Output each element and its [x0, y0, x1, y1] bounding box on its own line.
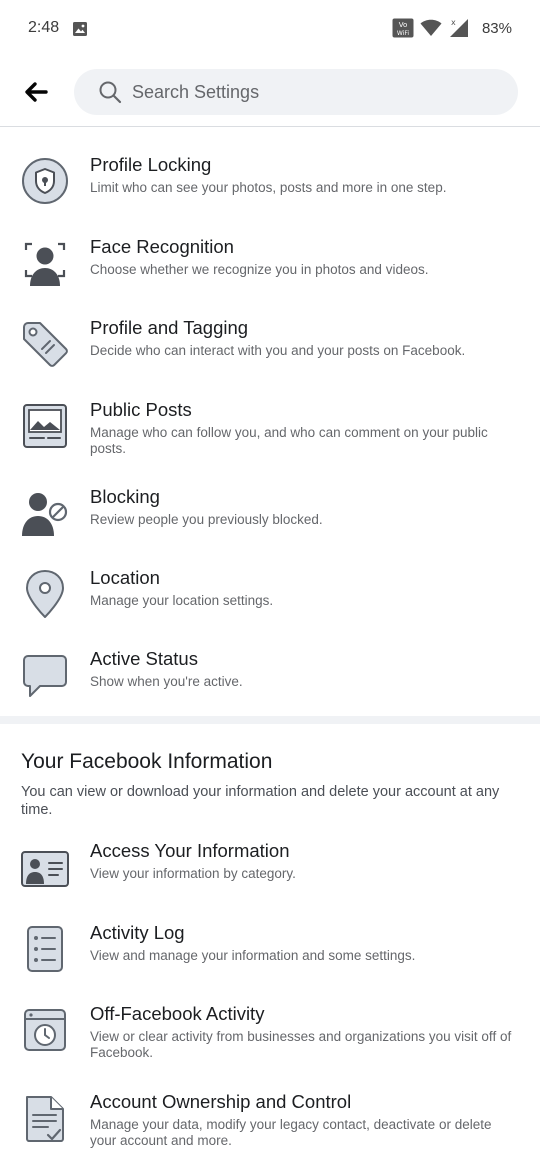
settings-item-title: Face Recognition — [90, 236, 234, 257]
search-input[interactable]: Search Settings — [74, 69, 518, 115]
history-clock-icon — [24, 1009, 66, 1051]
battery-level: 83% — [481, 19, 512, 37]
settings-item-activity-log[interactable]: Activity Log View and manage your inform… — [0, 920, 540, 992]
settings-item-title: Active Status — [90, 648, 198, 669]
vowifi-icon: Vo WiFi — [392, 18, 414, 38]
location-pin-icon — [26, 570, 64, 618]
cell-signal-icon: x — [449, 18, 468, 37]
settings-item-description: View and manage your information and som… — [90, 948, 416, 963]
settings-item-active-status[interactable]: Active Status Show when you're active. — [0, 646, 540, 718]
tag-icon — [23, 322, 68, 367]
section-divider — [0, 716, 540, 724]
svg-text:Vo: Vo — [399, 21, 408, 29]
settings-item-title: Activity Log — [90, 922, 185, 943]
back-arrow-icon[interactable] — [22, 78, 50, 106]
settings-item-description: View or clear activity from businesses a… — [90, 1029, 512, 1060]
svg-text:WiFi: WiFi — [397, 30, 409, 37]
settings-item-title: Blocking — [90, 486, 160, 507]
public-posts-icon — [23, 404, 67, 448]
face-recognition-icon — [24, 242, 66, 286]
settings-item-title: Account Ownership and Control — [90, 1091, 352, 1112]
section-title: Your Facebook Information — [21, 750, 273, 773]
settings-item-off-facebook-activity[interactable]: Off-Facebook Activity View or clear acti… — [0, 1001, 540, 1081]
settings-item-description: Manage your location settings. — [90, 593, 274, 608]
search-placeholder: Search Settings — [132, 82, 260, 102]
settings-item-account-ownership-and-control[interactable]: Account Ownership and Control Manage you… — [0, 1089, 540, 1169]
status-bar: 2:48 Vo WiFi x 83% — [0, 0, 540, 58]
status-icons: Vo WiFi x 83% — [392, 18, 512, 38]
settings-item-description: Limit who can see your photos, posts and… — [90, 180, 447, 195]
lock-shield-icon — [22, 158, 68, 204]
list-icon — [27, 926, 63, 972]
settings-item-description: Show when you're active. — [90, 674, 243, 689]
search-icon — [99, 81, 122, 104]
settings-item-location[interactable]: Location Manage your location settings. — [0, 565, 540, 637]
settings-item-face-recognition[interactable]: Face Recognition Choose whether we recog… — [0, 232, 540, 304]
settings-item-description: Choose whether we recognize you in photo… — [90, 262, 429, 277]
settings-item-description: Review people you previously blocked. — [90, 512, 323, 527]
settings-item-description: Manage your data, modify your legacy con… — [90, 1117, 492, 1148]
settings-item-profile-and-tagging[interactable]: Profile and Tagging Decide who can inter… — [0, 313, 540, 385]
speech-bubble-icon — [23, 655, 67, 697]
settings-item-title: Off-Facebook Activity — [90, 1003, 265, 1024]
document-check-icon — [26, 1096, 64, 1142]
status-time: 2:48 — [28, 19, 60, 36]
settings-item-profile-locking[interactable]: Profile Locking Limit who can see your p… — [0, 150, 540, 222]
section-description: You can view or download your informatio… — [21, 784, 500, 818]
settings-header: Search Settings — [0, 58, 540, 127]
id-card-icon — [21, 851, 69, 887]
settings-item-title: Access Your Information — [90, 840, 290, 861]
settings-item-public-posts[interactable]: Public Posts Manage who can follow you, … — [0, 395, 540, 475]
wifi-icon — [420, 19, 442, 36]
settings-item-title: Profile Locking — [90, 154, 212, 175]
gallery-notification-icon — [73, 22, 87, 36]
settings-item-title: Location — [90, 567, 160, 588]
settings-item-access-your-information[interactable]: Access Your Information View your inform… — [0, 838, 540, 910]
settings-item-description: Decide who can interact with you and you… — [90, 343, 466, 358]
blocked-user-icon — [22, 493, 68, 536]
settings-item-title: Profile and Tagging — [90, 317, 249, 338]
svg-text:x: x — [451, 18, 456, 27]
settings-item-description: View your information by category. — [90, 866, 296, 881]
settings-item-blocking[interactable]: Blocking Review people you previously bl… — [0, 484, 540, 556]
settings-item-description: Manage who can follow you, and who can c… — [90, 425, 488, 456]
settings-item-title: Public Posts — [90, 399, 192, 420]
